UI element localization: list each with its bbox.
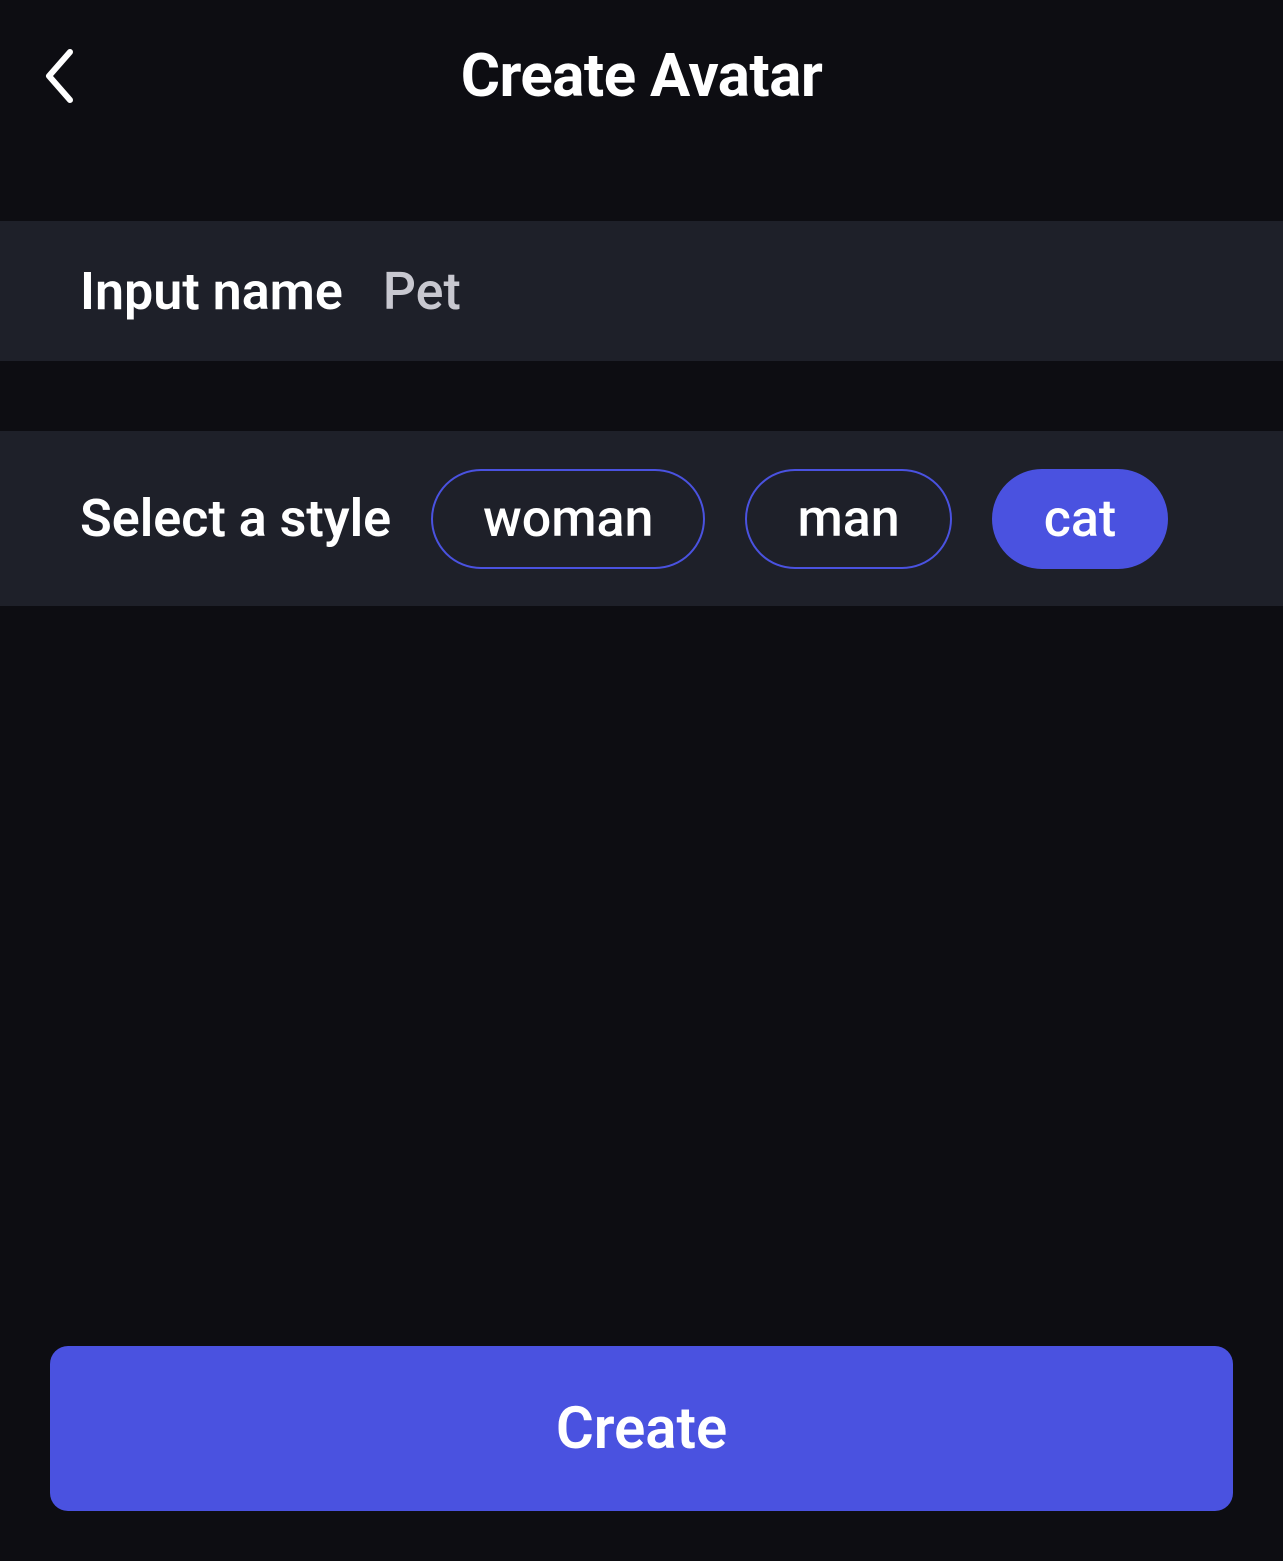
spacer [0,141,1283,221]
back-button[interactable] [40,46,76,106]
name-input-panel: Input name [0,221,1283,361]
style-select-panel: Select a style woman man cat [0,431,1283,606]
select-style-label: Select a style [80,488,391,549]
header: Create Avatar [0,0,1283,141]
style-option-cat[interactable]: cat [992,469,1169,569]
create-button[interactable]: Create [50,1346,1233,1511]
style-option-woman[interactable]: woman [431,469,705,569]
chevron-left-icon [40,46,76,106]
name-input[interactable] [383,261,1203,322]
spacer [0,361,1283,431]
input-name-label: Input name [80,261,343,322]
style-option-man[interactable]: man [745,469,951,569]
page-title: Create Avatar [40,40,1243,111]
style-options: woman man cat [431,469,1168,569]
bottom-area: Create [0,606,1283,1561]
